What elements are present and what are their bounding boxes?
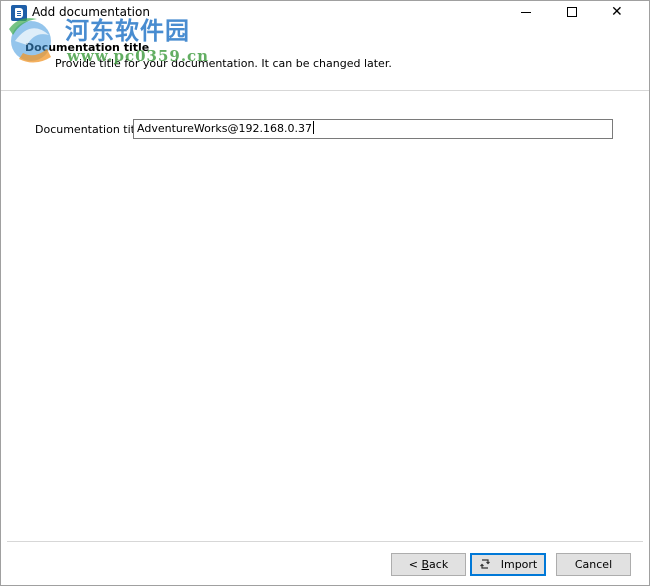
back-prefix: <: [408, 558, 422, 571]
import-label: Import: [500, 558, 538, 571]
minimize-icon: [521, 12, 531, 13]
header-description: Provide title for your documentation. It…: [55, 57, 392, 70]
cancel-button[interactable]: Cancel: [556, 553, 631, 576]
wizard-header: Documentation title Provide title for yo…: [1, 25, 649, 89]
title-bar[interactable]: Add documentation ✕: [1, 1, 649, 25]
close-icon: ✕: [611, 4, 623, 20]
documentation-title-value: AdventureWorks@192.168.0.37: [137, 122, 312, 135]
minimize-button[interactable]: [503, 1, 549, 25]
back-label-rest: ack: [429, 558, 449, 571]
back-mnemonic: B: [421, 558, 430, 571]
back-button[interactable]: < Back: [391, 553, 466, 576]
documentation-title-label: Documentation title: [35, 123, 145, 136]
header-divider: [1, 90, 649, 91]
header-title: Documentation title: [25, 41, 150, 54]
footer-divider: [7, 541, 643, 542]
documentation-title-input[interactable]: AdventureWorks@192.168.0.37: [133, 119, 613, 139]
maximize-icon: [567, 7, 577, 17]
app-book-icon: [11, 5, 27, 21]
add-documentation-window: Add documentation ✕ Documentation title …: [0, 0, 650, 586]
import-button[interactable]: Import: [470, 553, 546, 576]
import-icon: [479, 559, 490, 569]
maximize-button[interactable]: [549, 1, 595, 25]
text-caret: [312, 121, 314, 134]
close-button[interactable]: ✕: [595, 1, 641, 25]
window-title: Add documentation: [32, 5, 150, 19]
